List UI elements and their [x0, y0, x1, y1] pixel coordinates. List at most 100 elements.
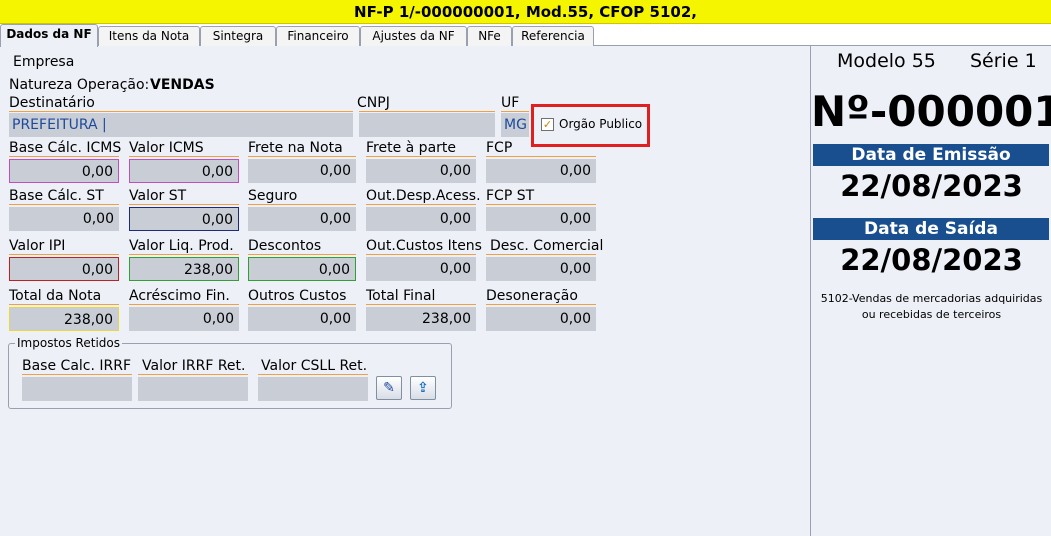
base-icms-label: Base Cálc. ICMS — [9, 140, 122, 156]
valor-csll-field[interactable] — [258, 377, 368, 401]
underline — [486, 156, 596, 157]
frete-parte-field[interactable]: 0,00 — [366, 159, 476, 183]
valor-csll-label: Valor CSLL Ret. — [261, 358, 368, 374]
underline — [366, 156, 476, 157]
upload-button[interactable]: ⇪ — [410, 376, 436, 400]
valor-irrf-label: Valor IRRF Ret. — [142, 358, 246, 374]
underline — [9, 156, 119, 157]
seguro-label: Seguro — [248, 188, 298, 204]
cnpj-underline — [359, 111, 495, 112]
desc-comercial-label: Desc. Comercial — [490, 238, 604, 254]
valor-st-field[interactable]: 0,00 — [129, 207, 239, 231]
modelo-label: Modelo 55 — [837, 50, 936, 72]
underline — [486, 254, 596, 255]
tab-bar: Dados da NF Itens da Nota Sintegra Finan… — [0, 24, 1051, 47]
cnpj-label: CNPJ — [357, 95, 390, 111]
underline — [138, 374, 248, 375]
empresa-label: Empresa — [13, 54, 75, 70]
data-saida-header: Data de Saída — [813, 218, 1049, 240]
total-nota-label: Total da Nota — [9, 288, 102, 304]
orgao-publico-highlight: ✓ Orgão Publico — [531, 104, 650, 147]
destinatario-field[interactable]: PREFEITURA | — [9, 113, 353, 137]
desoneracao-field[interactable]: 0,00 — [486, 307, 596, 331]
destinatario-underline — [9, 111, 353, 112]
underline — [129, 304, 239, 305]
data-emissao-value: 22/08/2023 — [840, 169, 1023, 203]
tab-sintegra[interactable]: Sintegra — [200, 26, 276, 46]
base-st-label: Base Cálc. ST — [9, 188, 104, 204]
cfop-description-line2: ou recebidas de terceiros — [861, 308, 1002, 321]
tab-referencia[interactable]: Referencia — [512, 26, 594, 46]
underline — [22, 374, 132, 375]
nf-summary-panel: Modelo 55 Série 1 Nº-000001 Data de Emis… — [810, 46, 1051, 536]
tab-ajustes-da-nf[interactable]: Ajustes da NF — [360, 26, 467, 46]
fcp-field[interactable]: 0,00 — [486, 159, 596, 183]
data-saida-value: 22/08/2023 — [840, 243, 1023, 277]
base-st-field[interactable]: 0,00 — [9, 207, 119, 231]
outros-custos-field[interactable]: 0,00 — [248, 307, 356, 331]
valor-irrf-field[interactable] — [138, 377, 248, 401]
valor-st-label: Valor ST — [129, 188, 187, 204]
serie-label: Série 1 — [970, 50, 1037, 72]
valor-ipi-field[interactable]: 0,00 — [9, 257, 119, 281]
out-desp-field[interactable]: 0,00 — [366, 207, 476, 231]
natureza-label: Natureza Operação: — [9, 77, 150, 93]
outros-custos-label: Outros Custos — [248, 288, 347, 304]
underline — [258, 374, 368, 375]
impostos-retidos-title: Impostos Retidos — [15, 336, 122, 350]
descontos-label: Descontos — [248, 238, 322, 254]
underline — [129, 254, 239, 255]
edit-icon: ✎ — [383, 380, 395, 396]
tab-financeiro[interactable]: Financeiro — [276, 26, 360, 46]
fcp-st-label: FCP ST — [486, 188, 535, 204]
underline — [486, 204, 596, 205]
out-custos-field[interactable]: 0,00 — [366, 257, 476, 281]
valor-liq-field[interactable]: 238,00 — [129, 257, 239, 281]
fcp-label: FCP — [486, 140, 513, 156]
underline — [366, 304, 476, 305]
valor-icms-label: Valor ICMS — [129, 140, 204, 156]
valor-liq-label: Valor Liq. Prod. — [129, 238, 234, 254]
valor-icms-field[interactable]: 0,00 — [129, 159, 239, 183]
base-irrf-field[interactable] — [22, 377, 132, 401]
total-final-label: Total Final — [366, 288, 436, 304]
destinatario-label: Destinatário — [9, 95, 95, 111]
underline — [129, 204, 239, 205]
orgao-publico-checkbox[interactable]: ✓ — [541, 118, 554, 131]
out-desp-label: Out.Desp.Acess. — [366, 188, 481, 204]
frete-nota-label: Frete na Nota — [248, 140, 343, 156]
desc-comercial-field[interactable]: 0,00 — [486, 257, 596, 281]
frete-nota-field[interactable]: 0,00 — [248, 159, 356, 183]
underline — [248, 204, 356, 205]
underline — [248, 304, 356, 305]
underline — [9, 254, 119, 255]
base-irrf-label: Base Calc. IRRF — [22, 358, 132, 374]
upload-icon: ⇪ — [417, 380, 429, 396]
total-nota-field[interactable]: 238,00 — [9, 307, 119, 331]
uf-underline — [501, 111, 529, 112]
base-icms-field[interactable]: 0,00 — [9, 159, 119, 183]
out-custos-label: Out.Custos Itens — [366, 238, 482, 254]
tab-dados-da-nf[interactable]: Dados da NF — [0, 24, 98, 47]
tab-nfe[interactable]: NFe — [467, 26, 512, 46]
nf-number: Nº-000001 — [811, 87, 1051, 136]
fcp-st-field[interactable]: 0,00 — [486, 207, 596, 231]
cfop-description-line1: 5102-Vendas de mercadorias adquiridas — [820, 292, 1043, 305]
descontos-field[interactable]: 0,00 — [248, 257, 356, 281]
edit-button[interactable]: ✎ — [376, 376, 402, 400]
acrescimo-label: Acréscimo Fin. — [129, 288, 230, 304]
natureza-value: VENDAS — [150, 77, 215, 93]
underline — [248, 254, 356, 255]
cnpj-field[interactable] — [359, 113, 495, 137]
desoneracao-label: Desoneração — [486, 288, 578, 304]
data-emissao-header: Data de Emissão — [813, 144, 1049, 166]
acrescimo-field[interactable]: 0,00 — [129, 307, 239, 331]
uf-field[interactable]: MG — [501, 113, 529, 137]
underline — [9, 304, 119, 305]
tab-itens-da-nota[interactable]: Itens da Nota — [98, 26, 200, 46]
window-title: NF-P 1/-000000001, Mod.55, CFOP 5102, — [0, 0, 1051, 24]
orgao-publico-label: Orgão Publico — [559, 117, 643, 131]
underline — [486, 304, 596, 305]
seguro-field[interactable]: 0,00 — [248, 207, 356, 231]
total-final-field[interactable]: 238,00 — [366, 307, 476, 331]
